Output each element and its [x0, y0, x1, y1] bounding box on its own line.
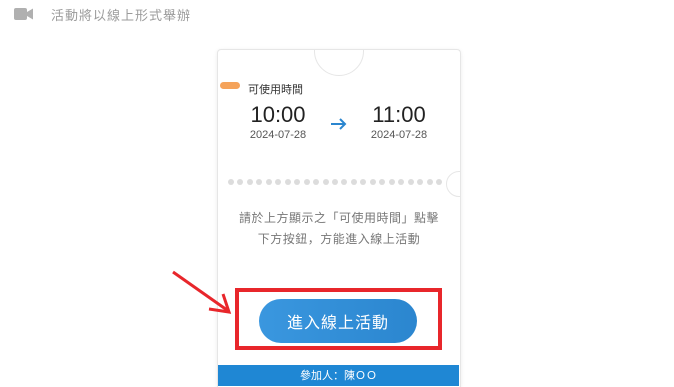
arrow-right-icon: [331, 118, 347, 130]
perforation-dots: [228, 179, 442, 187]
accent-bar: [220, 82, 240, 89]
instruction-text: 請於上方顯示之「可使用時間」點擊下方按鈕，方能進入線上活動: [238, 211, 439, 246]
ticket-notch-top: [314, 50, 364, 76]
participant-bar: 參加人：陳ＯＯ: [218, 365, 459, 386]
red-arrow-icon: [172, 270, 232, 314]
online-event-notice: 活動將以線上形式舉辦: [14, 6, 192, 24]
start-date: 2024-07-28: [249, 129, 307, 141]
end-time: 11:00: [372, 102, 426, 127]
start-time: 10:00: [250, 102, 306, 127]
start-time-block: 10:00 2024-07-28: [233, 102, 323, 141]
notice-text: 活動將以線上形式舉辦: [51, 8, 192, 24]
available-time-label: 可使用時間: [248, 83, 303, 96]
video-camera-icon: [14, 8, 33, 20]
end-date: 2024-07-28: [370, 129, 428, 141]
enter-online-event-button[interactable]: 進入線上活動: [259, 299, 417, 343]
ticket-notch-side: [446, 171, 460, 197]
end-time-block: 11:00 2024-07-28: [354, 102, 444, 141]
